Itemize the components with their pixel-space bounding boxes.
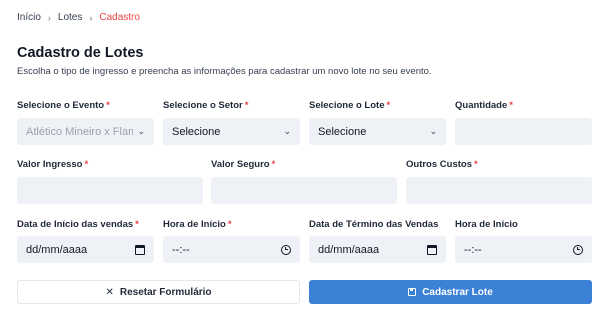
page-subtitle: Escolha o tipo de ingresso e preencha as… — [17, 66, 432, 77]
chevron-right-icon: › — [89, 12, 93, 23]
submit-lote-label: Cadastrar Lote — [422, 286, 493, 298]
clock-icon[interactable] — [573, 244, 583, 255]
valor-seguro-label: Valor Seguro * — [211, 159, 276, 170]
quantidade-input[interactable] — [455, 118, 592, 145]
hora-inicio-input[interactable]: --:-- — [163, 236, 300, 263]
hora-inicio-label: Hora de Início * — [163, 219, 232, 230]
data-termino-label: Data de Término das Vendas — [309, 219, 439, 230]
calendar-icon[interactable] — [135, 244, 145, 255]
outros-custos-input[interactable] — [406, 177, 592, 204]
close-icon: ✕ — [105, 286, 114, 298]
breadcrumb-home[interactable]: Início — [17, 12, 41, 23]
reset-form-label: Resetar Formulário — [119, 286, 212, 298]
breadcrumb-lotes[interactable]: Lotes — [58, 12, 82, 23]
evento-select[interactable]: Atlético Mineiro x Flamengo ⌄ — [17, 118, 154, 145]
lote-select[interactable]: Selecione ⌄ — [309, 118, 446, 145]
page-title: Cadastro de Lotes — [17, 45, 144, 61]
valor-seguro-input[interactable] — [211, 177, 397, 204]
quantidade-label: Quantidade * — [455, 100, 513, 111]
calendar-icon[interactable] — [427, 244, 437, 255]
valor-ingresso-input[interactable] — [17, 177, 203, 204]
hora-inicio-2-input[interactable]: --:-- — [455, 236, 592, 263]
lote-select-value: Selecione — [318, 125, 367, 138]
breadcrumb: Início › Lotes › Cadastro — [17, 12, 140, 23]
data-inicio-label: Data de Início das vendas * — [17, 219, 139, 230]
lote-label: Selecione o Lote * — [309, 100, 391, 111]
chevron-down-icon: ⌄ — [137, 126, 145, 136]
breadcrumb-current: Cadastro — [99, 12, 140, 23]
setor-select[interactable]: Selecione ⌄ — [163, 118, 300, 145]
chevron-down-icon: ⌄ — [429, 126, 437, 136]
data-inicio-input[interactable]: dd/mm/aaaa — [17, 236, 154, 263]
hora-inicio-2-label: Hora de Início — [455, 219, 518, 230]
clock-icon[interactable] — [281, 244, 291, 255]
outros-custos-label: Outros Custos * — [406, 159, 478, 170]
reset-form-button[interactable]: ✕ Resetar Formulário — [17, 280, 300, 304]
chevron-right-icon: › — [47, 12, 51, 23]
evento-label: Selecione o Evento * — [17, 100, 110, 111]
evento-select-value: Atlético Mineiro x Flamengo — [26, 125, 134, 138]
valor-ingresso-label: Valor Ingresso * — [17, 159, 89, 170]
setor-label: Selecione o Setor * — [163, 100, 249, 111]
chevron-down-icon: ⌄ — [283, 126, 291, 136]
submit-lote-button[interactable]: Cadastrar Lote — [309, 280, 592, 304]
data-termino-input[interactable]: dd/mm/aaaa — [309, 236, 446, 263]
save-icon — [408, 288, 417, 296]
setor-select-value: Selecione — [172, 125, 221, 138]
